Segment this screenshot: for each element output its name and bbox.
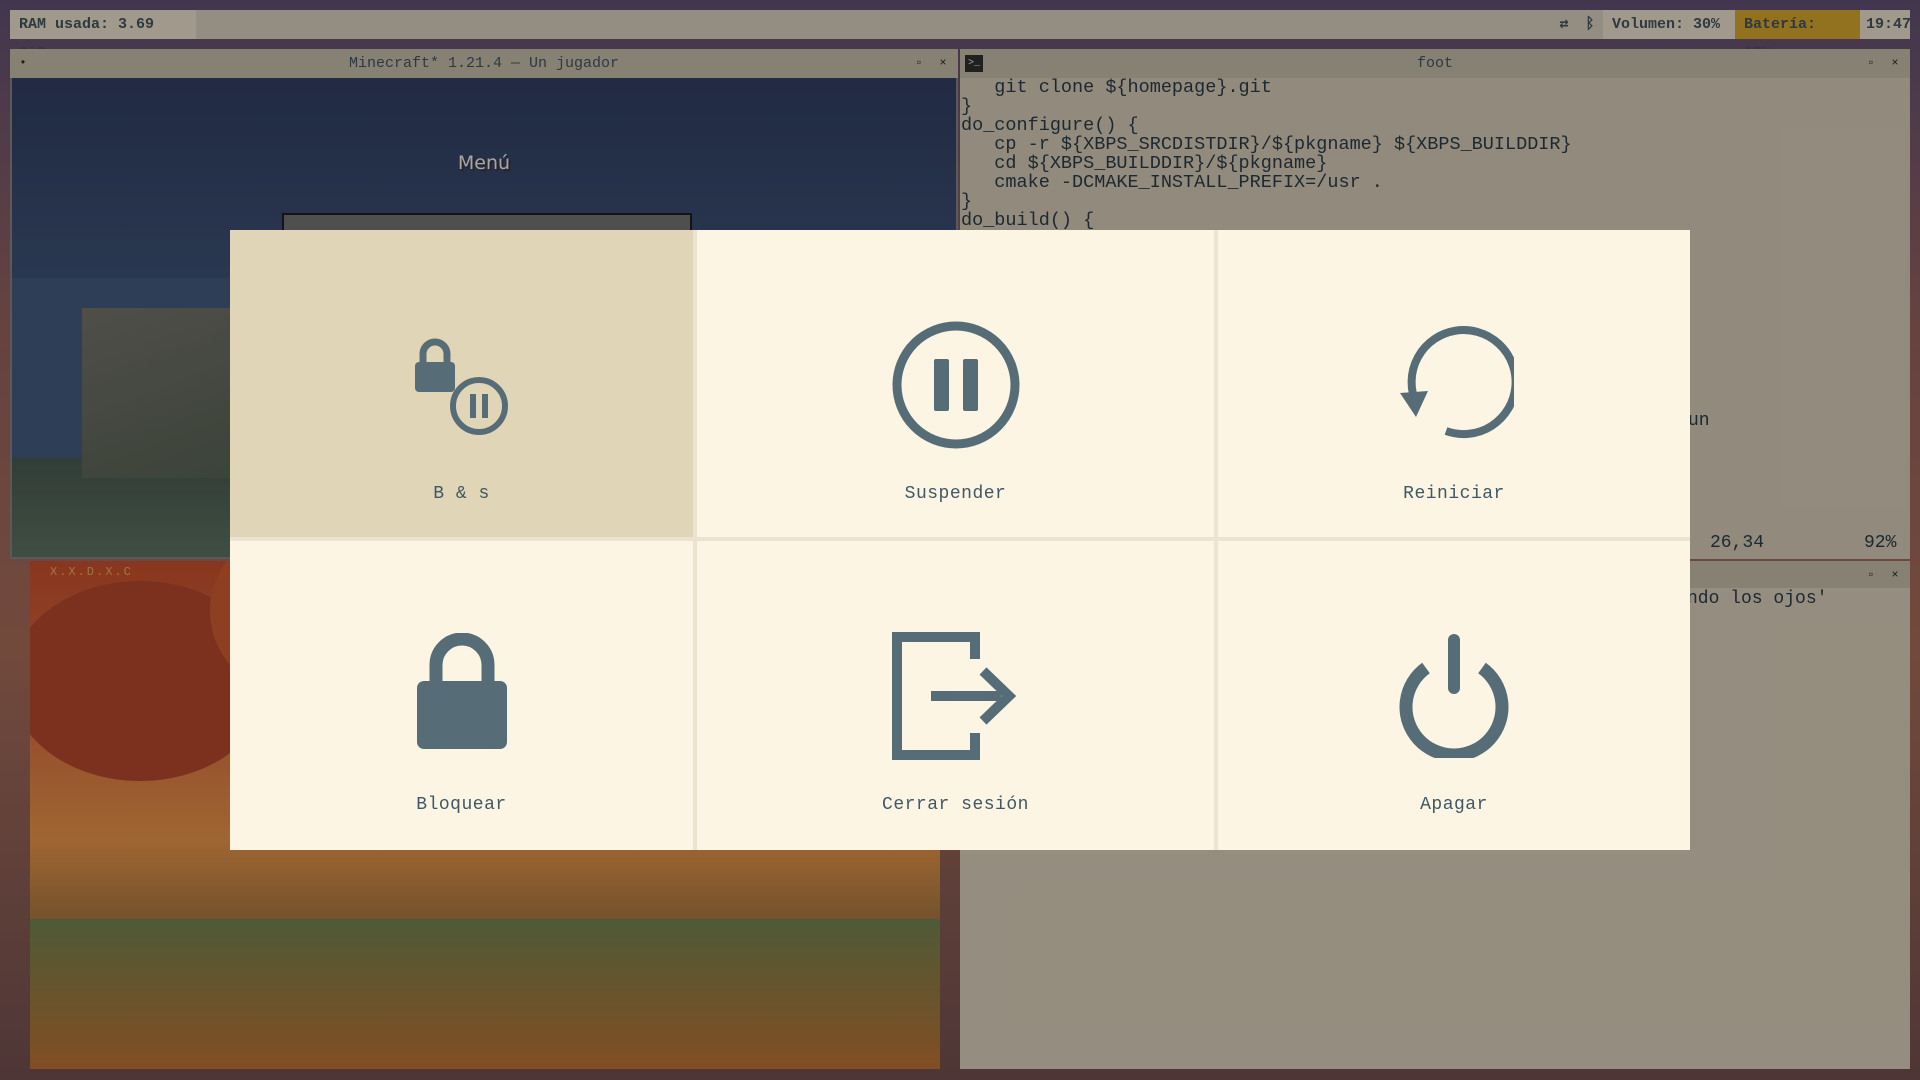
- option-suspend[interactable]: Suspender: [697, 230, 1214, 537]
- lock-pause-icon: [414, 338, 508, 435]
- restart-icon: [1400, 326, 1514, 439]
- option-lock[interactable]: Bloquear: [230, 541, 693, 850]
- pause-circle-icon: [892, 321, 1019, 449]
- power-icon: [1399, 634, 1509, 758]
- option-label: Cerrar sesión: [882, 795, 1029, 815]
- option-label: Apagar: [1420, 795, 1488, 815]
- option-restart[interactable]: Reiniciar: [1218, 230, 1690, 537]
- power-menu: B & s Suspender Reiniciar Bloquear Cerra…: [230, 230, 1690, 850]
- logout-icon: [891, 632, 1016, 760]
- option-logout[interactable]: Cerrar sesión: [697, 541, 1214, 850]
- option-label: B & s: [433, 484, 490, 504]
- option-lock-suspend[interactable]: B & s: [230, 230, 693, 537]
- option-label: Suspender: [904, 484, 1007, 504]
- option-shutdown[interactable]: Apagar: [1218, 541, 1690, 850]
- option-label: Reiniciar: [1403, 484, 1505, 504]
- option-label: Bloquear: [416, 795, 507, 815]
- lock-icon: [416, 633, 507, 749]
